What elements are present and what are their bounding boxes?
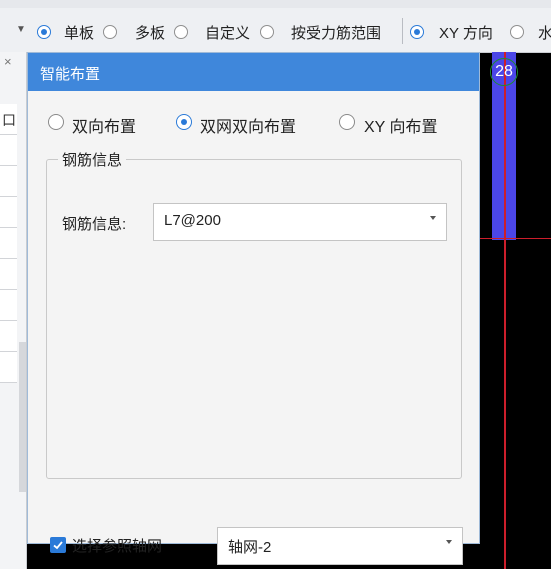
dialog-title: 智能布置 [40,66,101,83]
list-item[interactable] [0,166,17,197]
radio-single-board-label: 单板 [64,25,95,42]
radio-double-net-bidirectional-label: 双网双向布置 [200,119,297,136]
radio-custom[interactable] [174,25,188,39]
scrollbar[interactable] [19,342,26,492]
list-item[interactable] [0,135,17,166]
chevron-down-icon [430,216,436,220]
check-icon [53,541,63,550]
toolbar-top-strip [0,0,551,8]
close-icon[interactable]: × [4,54,12,69]
smart-layout-dialog: 智能布置 双向布置 双网双向布置 XY 向布置 钢筋信息 钢筋信息: L7@20… [27,52,480,565]
radio-bidirectional-label: 双向布置 [72,119,137,136]
list-item[interactable] [0,290,17,321]
list-item[interactable] [0,197,17,228]
axis-marker: 28 [490,58,518,86]
radio-custom-label: 自定义 [205,25,251,42]
chevron-down-icon [446,540,452,544]
left-panel: × 口 [0,52,27,569]
radio-double-net-bidirectional[interactable] [176,114,192,130]
list-item[interactable] [0,259,17,290]
list-item[interactable] [0,228,17,259]
radio-horizontal[interactable] [510,25,524,39]
radio-by-rebar-range-label: 按受力筋范围 [291,25,382,42]
radio-multi-board[interactable] [103,25,117,39]
radio-xy-direction-label: XY 方向 [439,25,493,42]
radio-horizontal-label: 水 [538,25,551,42]
dialog-titlebar: 智能布置 [28,53,479,91]
dropdown-arrow-icon[interactable]: ▼ [16,24,26,35]
radio-multi-board-label: 多板 [135,25,166,42]
radio-by-rebar-range[interactable] [260,25,274,39]
axis-line-vertical [504,52,506,569]
ref-grid-checkbox[interactable] [50,537,66,553]
ref-grid-value: 轴网-2 [228,539,272,556]
list-item[interactable] [0,352,17,383]
rebar-info-select[interactable]: L7@200 [153,203,447,241]
ref-grid-select[interactable]: 轴网-2 [217,527,463,565]
radio-bidirectional[interactable] [48,114,64,130]
dialog-content: 双向布置 双网双向布置 XY 向布置 钢筋信息 钢筋信息: L7@200 选择参… [28,91,479,565]
list-item[interactable]: 口 [0,104,17,135]
rebar-info-group-title: 钢筋信息 [58,149,127,170]
row-glyph: 口 [2,112,16,128]
radio-xy-direction[interactable] [410,25,424,39]
rebar-info-label: 钢筋信息: [62,216,127,233]
radio-single-board[interactable] [37,25,51,39]
rebar-info-value: L7@200 [164,212,221,229]
radio-xy-layout[interactable] [339,114,355,130]
ref-grid-checkbox-label: 选择参照轴网 [72,538,163,555]
toolbar-separator [402,18,403,44]
top-toolbar: ▼ 单板 多板 自定义 按受力筋范围 XY 方向 水 [0,0,551,53]
list-item[interactable] [0,321,17,352]
axis-line-horizontal [480,238,551,239]
radio-xy-layout-label: XY 向布置 [364,119,438,136]
